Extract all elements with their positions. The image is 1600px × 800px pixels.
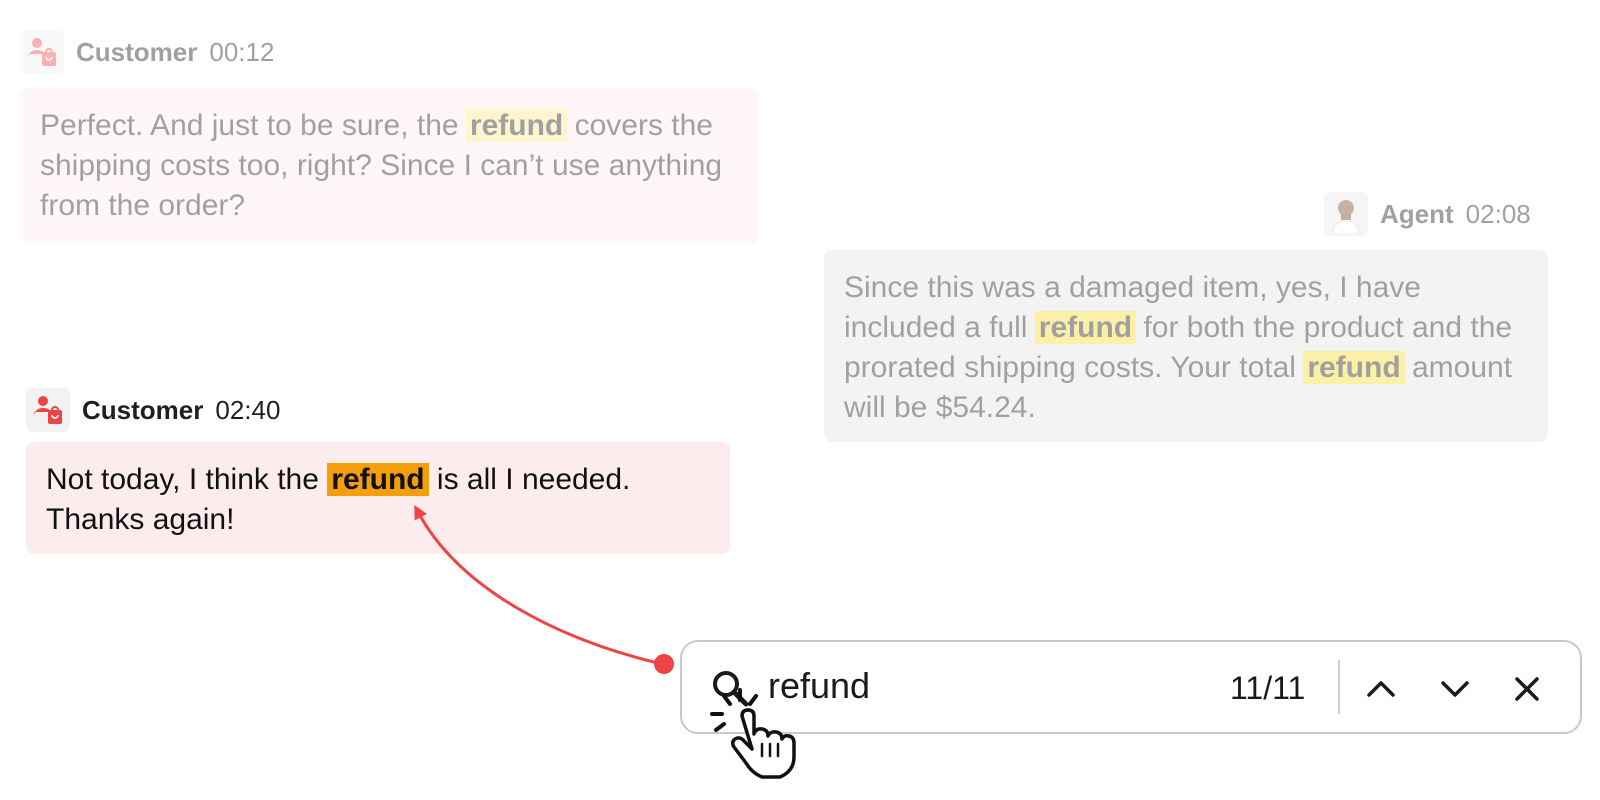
sender-name: Customer (76, 36, 198, 67)
message-header-customer-1: Customer 00:12 (20, 30, 274, 74)
search-icon[interactable] (710, 668, 750, 713)
agent-photo-icon (1329, 194, 1363, 234)
customer-message-bubble-1: Perfect. And just to be sure, the refund… (20, 88, 758, 244)
chevron-up-icon (1367, 681, 1395, 697)
active-search-match-highlight: refund (327, 463, 429, 496)
sender-name: Customer (82, 394, 204, 425)
agent-message-bubble: Since this was a damaged item, yes, I ha… (824, 250, 1548, 442)
close-search-button[interactable] (1504, 666, 1550, 712)
customer-avatar (20, 30, 64, 74)
search-input[interactable]: refund (768, 664, 870, 708)
previous-match-button[interactable] (1358, 666, 1404, 712)
message-header-customer-2: Customer 02:40 (26, 388, 280, 432)
match-counter: 11/11 (1230, 670, 1306, 706)
message-text: Perfect. And just to be sure, the (40, 109, 467, 142)
customer-shopping-icon (34, 396, 62, 424)
message-time: 02:40 (215, 394, 281, 425)
close-icon (1515, 677, 1539, 701)
find-in-conversation-bar: refund 11/11 (680, 640, 1582, 734)
search-match-highlight: refund (1303, 351, 1405, 384)
agent-avatar (1324, 192, 1368, 236)
search-match-highlight: refund (1034, 311, 1137, 344)
next-match-button[interactable] (1432, 666, 1478, 712)
divider (1338, 660, 1340, 714)
message-header-agent: Agent 02:08 (1324, 192, 1531, 236)
chevron-down-icon (1441, 681, 1469, 697)
search-match-highlight: refund (465, 109, 568, 142)
message-time: 02:08 (1465, 198, 1531, 229)
message-time: 00:12 (209, 36, 275, 67)
message-text: Not today, I think the (46, 463, 328, 496)
customer-shopping-icon (28, 38, 56, 66)
customer-avatar (26, 388, 70, 432)
sender-name: Agent (1380, 198, 1454, 229)
customer-message-bubble-2: Not today, I think the refund is all I n… (26, 442, 730, 554)
